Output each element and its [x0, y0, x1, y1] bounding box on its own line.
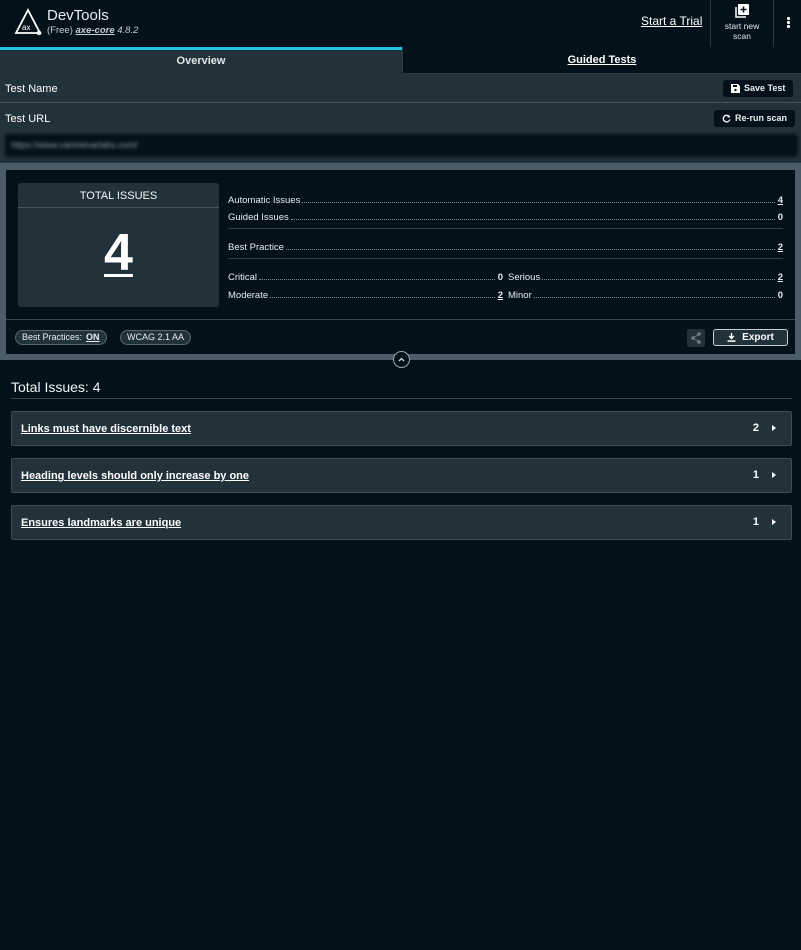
issue-row[interactable]: Heading levels should only increase by o… [11, 458, 792, 493]
issue-count: 1 [752, 516, 759, 528]
new-scan-label-2: scan [733, 31, 751, 41]
chevron-up-icon [398, 357, 405, 362]
total-issues-count[interactable]: 4 [18, 223, 219, 283]
test-name-row: Test Name Save Test [0, 74, 801, 103]
tab-overview[interactable]: Overview [0, 47, 402, 74]
best-practices-toggle[interactable]: ON [86, 332, 100, 342]
tab-guided-tests[interactable]: Guided Tests [402, 47, 801, 74]
moderate-count[interactable]: 2 [498, 290, 503, 301]
best-practices-pill: Best Practices: ON [15, 330, 107, 345]
tab-bar: Overview Guided Tests [0, 47, 801, 74]
issue-title[interactable]: Heading levels should only increase by o… [21, 470, 249, 482]
rerun-scan-label: Re-run scan [735, 113, 788, 123]
automatic-issues-count[interactable]: 4 [778, 195, 783, 206]
test-settings: Test Name Save Test Test URL Re-run scan [0, 74, 801, 163]
issue-title[interactable]: Ensures landmarks are unique [21, 517, 181, 529]
test-url-label: Test URL [5, 113, 51, 125]
wcag-standard-pill: WCAG 2.1 AA [120, 330, 192, 345]
more-options-icon[interactable] [775, 0, 801, 47]
moderate-row: Moderate 2 [228, 290, 503, 301]
new-scan-label-1: start new [724, 21, 760, 31]
share-button[interactable] [687, 329, 705, 347]
divider [11, 398, 792, 399]
serious-count[interactable]: 2 [778, 272, 783, 283]
total-issues-heading: TOTAL ISSUES [18, 183, 219, 208]
guided-issues-row: Guided Issues 0 [228, 212, 783, 223]
axe-core-link[interactable]: axe-core [76, 25, 115, 36]
share-icon [691, 332, 701, 344]
summary-panel: TOTAL ISSUES 4 Automatic Issues 4 Guided … [6, 170, 795, 354]
start-new-scan-button[interactable]: start new scan [711, 0, 773, 47]
save-icon [731, 84, 740, 93]
minor-count: 0 [777, 290, 783, 301]
chevron-right-icon [772, 519, 776, 525]
axe-logo-icon: ax [14, 8, 42, 36]
issue-count: 2 [752, 422, 759, 434]
serious-row: Serious 2 [508, 272, 783, 283]
test-url-input[interactable] [5, 134, 798, 157]
divider [6, 319, 795, 320]
best-practice-count[interactable]: 2 [778, 242, 783, 253]
issue-row[interactable]: Ensures landmarks are unique 1 [11, 505, 792, 540]
divider [773, 0, 774, 47]
total-issues-card: TOTAL ISSUES 4 [18, 183, 219, 307]
save-test-button[interactable]: Save Test [723, 80, 794, 97]
critical-count: 0 [497, 272, 503, 283]
app-title: DevTools [47, 7, 109, 24]
edition-label: (Free) [47, 25, 73, 36]
test-name-label: Test Name [5, 83, 58, 95]
top-bar: ax DevTools (Free) axe-core 4.8.2 Start … [0, 0, 801, 47]
rerun-scan-button[interactable]: Re-run scan [714, 110, 796, 127]
automatic-issues-row: Automatic Issues 4 [228, 195, 783, 206]
issues-heading: Total Issues: 4 [11, 379, 101, 395]
issue-title[interactable]: Links must have discernible text [21, 423, 191, 435]
add-scan-icon [735, 4, 749, 18]
summary-panel-frame: TOTAL ISSUES 4 Automatic Issues 4 Guided … [0, 163, 801, 360]
save-test-label: Save Test [744, 83, 786, 93]
best-practice-row: Best Practice 2 [228, 242, 783, 253]
version-label: 4.8.2 [117, 25, 139, 36]
export-label: Export [742, 332, 774, 343]
chevron-right-icon [772, 425, 776, 431]
svg-text:ax: ax [22, 23, 30, 32]
app-subtitle: (Free) axe-core 4.8.2 [47, 25, 138, 36]
chevron-right-icon [772, 472, 776, 478]
divider [228, 258, 783, 259]
refresh-icon [722, 114, 731, 123]
minor-row: Minor 0 [508, 290, 783, 301]
start-trial-link[interactable]: Start a Trial [641, 14, 702, 28]
export-button[interactable]: Export [713, 329, 788, 346]
collapse-summary-button[interactable] [393, 351, 410, 368]
download-icon [727, 333, 736, 342]
critical-row: Critical 0 [228, 272, 503, 283]
issue-count: 1 [752, 469, 759, 481]
issue-row[interactable]: Links must have discernible text 2 [11, 411, 792, 446]
divider [228, 228, 783, 229]
guided-issues-count: 0 [777, 212, 783, 223]
